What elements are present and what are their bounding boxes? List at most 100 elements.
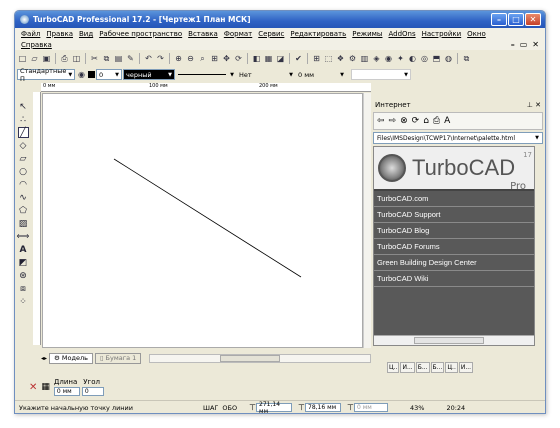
curve-icon[interactable]: ∿ <box>18 192 29 203</box>
line-pattern-select[interactable]: ▼ <box>176 69 236 80</box>
close-button[interactable]: ✕ <box>525 13 541 26</box>
new-icon[interactable]: □ <box>17 53 28 64</box>
undo-icon[interactable]: ↶ <box>143 53 154 64</box>
polyline-icon[interactable]: ◇ <box>18 140 29 151</box>
menu-window[interactable]: Окно <box>467 30 486 38</box>
cut-icon[interactable]: ✂ <box>89 53 100 64</box>
select-icon[interactable]: ⬚ <box>323 53 334 64</box>
menu-modes[interactable]: Режимы <box>352 30 382 38</box>
design-center-icon[interactable]: ◉ <box>383 53 394 64</box>
render-icon[interactable]: ◈ <box>371 53 382 64</box>
open-icon[interactable]: ▱ <box>29 53 40 64</box>
link-turbocad-support[interactable]: TurboCAD Support <box>374 207 534 223</box>
save-icon[interactable]: ▣ <box>41 53 52 64</box>
link-turbocad-com[interactable]: TurboCAD.com <box>374 191 534 207</box>
panel-tab-3[interactable]: Б... <box>415 362 430 373</box>
camera-icon[interactable]: ◐ <box>407 53 418 64</box>
forward-icon[interactable]: ⇨ <box>389 116 397 126</box>
panel-tab-4[interactable]: Б... <box>430 362 445 373</box>
length-input[interactable]: 0 мм <box>53 387 80 396</box>
web-horizontal-scrollbar[interactable] <box>374 335 534 345</box>
menu-edit[interactable]: Правка <box>46 30 73 38</box>
more-tools-icon[interactable]: ⁘ <box>18 296 29 307</box>
link-turbocad-wiki[interactable]: TurboCAD Wiki <box>374 271 534 287</box>
redo-icon[interactable]: ↷ <box>155 53 166 64</box>
grid-toggle-icon[interactable]: ▦ <box>41 382 50 392</box>
polygon-icon[interactable]: ⬠ <box>18 205 29 216</box>
paste-icon[interactable]: ▤ <box>113 53 124 64</box>
dimension-icon[interactable]: ⟺ <box>17 231 30 242</box>
color-swatch-icon[interactable] <box>88 71 95 78</box>
link-green-building[interactable]: Green Building Design Center <box>374 255 534 271</box>
explorer-icon[interactable]: ⚙ <box>347 53 358 64</box>
pan-icon[interactable]: ✥ <box>221 53 232 64</box>
panel-controls[interactable]: ⊥ ✕ <box>527 101 541 109</box>
layers-icon[interactable]: ◧ <box>251 53 262 64</box>
cancel-icon[interactable]: ✕ <box>29 382 37 393</box>
chart-icon[interactable]: ▥ <box>359 53 370 64</box>
canvas-vertical-scrollbar[interactable] <box>363 93 371 348</box>
panel-tab-1[interactable]: Ц.. <box>387 362 400 373</box>
home-icon[interactable]: ⌂ <box>423 116 429 126</box>
menu-format[interactable]: Формат <box>224 30 252 38</box>
web-icon[interactable]: ◎ <box>419 53 430 64</box>
menu-workspace[interactable]: Рабочее пространство <box>99 30 182 38</box>
font-size-icon[interactable]: A <box>444 116 450 126</box>
stop-icon[interactable]: ⊗ <box>400 116 408 126</box>
panel-tab-2[interactable]: И... <box>400 362 415 373</box>
hatch-icon[interactable]: ▨ <box>18 218 29 229</box>
extra-select[interactable]: ▼ <box>351 69 411 80</box>
modify-icon[interactable]: ⧈ <box>18 283 29 294</box>
web-scroll-thumb[interactable] <box>414 337 484 344</box>
menu-addons[interactable]: AddOns <box>388 30 415 38</box>
panel-tab-6[interactable]: И... <box>458 362 474 373</box>
menu-tools[interactable]: Сервис <box>258 30 284 38</box>
minimize-button[interactable]: – <box>491 13 507 26</box>
zoom-window-icon[interactable]: ⌕ <box>197 53 208 64</box>
refresh-icon[interactable]: ⟳ <box>233 53 244 64</box>
link-turbocad-blog[interactable]: TurboCAD Blog <box>374 223 534 239</box>
object-tree-icon[interactable]: ❖ <box>335 53 346 64</box>
menu-help[interactable]: Справка <box>21 41 52 49</box>
zoom-out-icon[interactable]: ⊖ <box>185 53 196 64</box>
visibility-icon[interactable]: ◉ <box>76 69 87 80</box>
app-icon[interactable] <box>20 15 29 24</box>
library-icon[interactable]: ◪ <box>275 53 286 64</box>
color-select[interactable]: черный ▼ <box>123 69 175 80</box>
window-layout-icon[interactable]: ⧉ <box>461 53 472 64</box>
width-select[interactable]: 0 мм ▼ <box>296 69 346 80</box>
print-preview-icon[interactable]: ◫ <box>71 53 82 64</box>
panel-tab-5[interactable]: Ц.. <box>445 362 458 373</box>
menu-insert[interactable]: Вставка <box>188 30 218 38</box>
style-select[interactable]: Стандартные П ▼ <box>17 67 75 83</box>
refresh-page-icon[interactable]: ⟳ <box>412 116 420 126</box>
doc-minimize-icon[interactable]: – <box>511 40 515 49</box>
link-turbocad-forums[interactable]: TurboCAD Forums <box>374 239 534 255</box>
canvas-horizontal-scrollbar[interactable] <box>149 353 371 363</box>
select-arrow-icon[interactable]: ↖ <box>18 101 29 112</box>
info-icon[interactable]: ◍ <box>443 53 454 64</box>
pen-width-select[interactable]: 0 ▼ <box>96 69 122 80</box>
properties-icon[interactable]: ▦ <box>263 53 274 64</box>
workplane-icon[interactable]: ⬒ <box>431 53 442 64</box>
snap-toggle[interactable]: ШАГ <box>203 404 218 412</box>
menu-options[interactable]: Настройки <box>422 30 462 38</box>
point-icon[interactable]: ∴ <box>18 114 29 125</box>
palette-icon[interactable]: ✦ <box>395 53 406 64</box>
tab-nav-icon[interactable]: ◂▸ <box>41 355 47 362</box>
blocks-icon[interactable]: ◩ <box>18 257 29 268</box>
print-page-icon[interactable]: ⎙ <box>433 116 440 126</box>
menu-view[interactable]: Вид <box>79 30 93 38</box>
print-icon[interactable]: ⎙ <box>59 53 70 64</box>
ortho-toggle[interactable]: ОБО <box>222 404 237 412</box>
grid-icon[interactable]: ⊞ <box>311 53 322 64</box>
scroll-thumb[interactable] <box>220 354 281 362</box>
match-props-icon[interactable]: ✎ <box>125 53 136 64</box>
copy-icon[interactable]: ⧉ <box>101 53 112 64</box>
zoom-extents-icon[interactable]: ⊞ <box>209 53 220 64</box>
snap-target-icon[interactable]: ⊛ <box>18 270 29 281</box>
line-tool-icon[interactable]: ╱ <box>17 127 29 138</box>
circle-icon[interactable]: ○ <box>18 166 29 177</box>
back-icon[interactable]: ⇦ <box>377 116 385 126</box>
text-icon[interactable]: A <box>18 244 29 255</box>
